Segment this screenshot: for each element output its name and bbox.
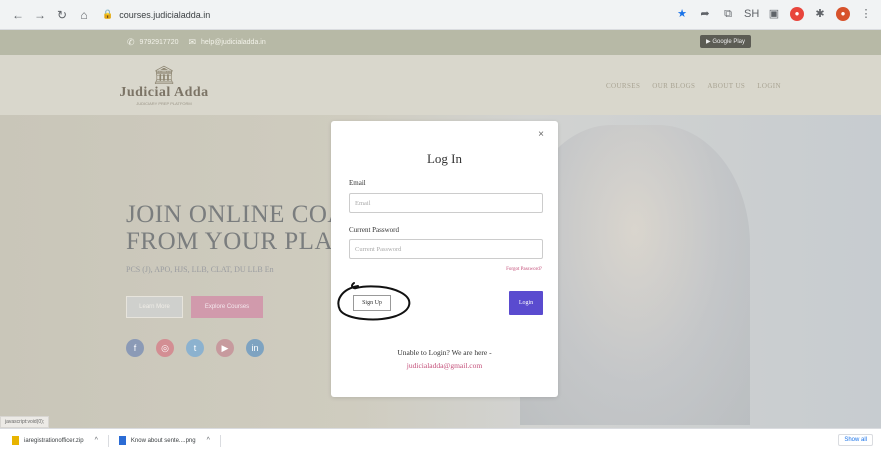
profile-avatar-icon[interactable]: ●: [836, 7, 850, 21]
help-text: Unable to Login? We are here -: [397, 348, 492, 357]
facebook-icon[interactable]: f: [126, 339, 144, 357]
url-text: courses.judicialadda.in: [119, 9, 211, 20]
mail-icon: ✉: [188, 37, 197, 47]
puzzle-icon[interactable]: ✱: [813, 7, 827, 21]
menu-item-courses[interactable]: COURSES: [606, 82, 640, 90]
learn-more-button[interactable]: Learn More: [126, 296, 183, 318]
phone-number: 9792917720: [139, 39, 179, 46]
twitter-icon[interactable]: t: [186, 339, 204, 357]
share-icon[interactable]: ➦: [698, 7, 712, 21]
menu-item-about[interactable]: ABOUT US: [707, 82, 745, 90]
download-item[interactable]: iaregistrationofficer.zip ^: [6, 432, 104, 450]
login-modal: × Log In Email Current Password Forgot P…: [331, 121, 558, 397]
password-field[interactable]: [349, 239, 543, 259]
menu-item-login[interactable]: LOGIN: [757, 82, 781, 90]
download-item[interactable]: Know about sente....png ^: [113, 432, 216, 450]
site-logo[interactable]: 🏛 Judicial Adda JUDICIARY PREP PLATFORM: [109, 65, 219, 106]
hero-title: JOIN ONLINE COAC FROM YOUR PLACE: [126, 201, 366, 255]
instagram-icon[interactable]: ◎: [156, 339, 174, 357]
hero-subtitle: PCS (J), APO, HJS, LLB, CLAT, DU LLB En: [126, 265, 274, 274]
reload-icon[interactable]: ↻: [54, 7, 70, 23]
contact-bar: ✆ 9792917720 ✉ help@judicialadda.in ▶ Go…: [0, 30, 881, 55]
signup-button[interactable]: Sign Up: [353, 295, 391, 311]
chevron-up-icon[interactable]: ^: [95, 437, 98, 444]
menu-item-blogs[interactable]: OUR BLOGS: [652, 82, 695, 90]
site-navbar: 🏛 Judicial Adda JUDICIARY PREP PLATFORM …: [0, 55, 881, 115]
social-links: f ◎ t ▶ in: [126, 339, 264, 357]
play-icon: ▶: [706, 39, 711, 45]
email-contact[interactable]: ✉ help@judicialadda.in: [188, 37, 265, 48]
web-page: ✆ 9792917720 ✉ help@judicialadda.in ▶ Go…: [0, 30, 881, 428]
zip-file-icon: [12, 436, 19, 445]
phone-contact[interactable]: ✆ 9792917720: [127, 37, 178, 48]
home-icon[interactable]: ⌂: [76, 7, 92, 23]
divider: [107, 434, 109, 447]
image-file-icon: [118, 436, 126, 445]
translate-icon[interactable]: ⧉: [721, 7, 735, 21]
chevron-up-icon[interactable]: ^: [207, 437, 210, 444]
bookmark-star-icon[interactable]: ★: [675, 7, 689, 21]
divider: [219, 434, 221, 447]
extension-sh-icon[interactable]: SH: [744, 7, 759, 21]
close-icon[interactable]: ×: [538, 129, 544, 140]
email-label: Email: [349, 179, 366, 187]
hero-title-line1: JOIN ONLINE COAC: [126, 201, 364, 228]
status-url-hint: javascript:void(0);: [0, 416, 50, 428]
forgot-password-link[interactable]: Forgot Password?: [506, 267, 542, 272]
youtube-icon[interactable]: ▶: [216, 339, 234, 357]
help-email-link[interactable]: judicialadda@gmail.com: [331, 361, 558, 370]
hero-buttons: Learn More Explore Courses: [126, 296, 263, 318]
modal-title: Log In: [426, 151, 463, 166]
back-icon[interactable]: ←: [10, 7, 26, 23]
browser-toolbar: ← → ↻ ⌂ 🔒 courses.judicialadda.in ★ ➦ ⧉ …: [0, 0, 881, 30]
logo-text: Judicial Adda: [119, 85, 209, 100]
show-all-button[interactable]: Show all: [838, 434, 873, 446]
password-label: Current Password: [349, 226, 399, 234]
extension-red-icon[interactable]: ●: [790, 7, 804, 21]
hero-title-line2: FROM YOUR PLACE: [126, 228, 366, 255]
email-field[interactable]: [349, 193, 543, 213]
login-button[interactable]: Login: [509, 291, 543, 315]
logo-tagline: JUDICIARY PREP PLATFORM: [136, 101, 192, 106]
whatsapp-icon: ✆: [127, 37, 135, 47]
main-menu: COURSES OUR BLOGS ABOUT US LOGIN: [606, 82, 781, 90]
extension-toolbar: ★ ➦ ⧉ SH ▣ ● ✱ ● ⋮: [675, 7, 873, 21]
address-bar[interactable]: 🔒 courses.judicialadda.in: [102, 5, 210, 25]
forward-icon[interactable]: →: [32, 7, 48, 23]
google-play-badge[interactable]: ▶ Google Play: [700, 35, 751, 48]
contact-email: help@judicialadda.in: [201, 39, 266, 46]
lock-icon: 🔒: [102, 9, 114, 19]
extension-square-icon[interactable]: ▣: [767, 7, 781, 21]
courthouse-icon: 🏛: [152, 65, 176, 85]
linkedin-icon[interactable]: in: [246, 339, 264, 357]
explore-courses-button[interactable]: Explore Courses: [191, 296, 263, 318]
download-filename: Know about sente....png: [130, 437, 196, 444]
google-play-label: Google Play: [712, 39, 745, 45]
download-filename: iaregistrationofficer.zip: [24, 437, 84, 444]
download-bar: iaregistrationofficer.zip ^ Know about s…: [0, 428, 881, 452]
menu-kebab-icon[interactable]: ⋮: [859, 7, 873, 21]
